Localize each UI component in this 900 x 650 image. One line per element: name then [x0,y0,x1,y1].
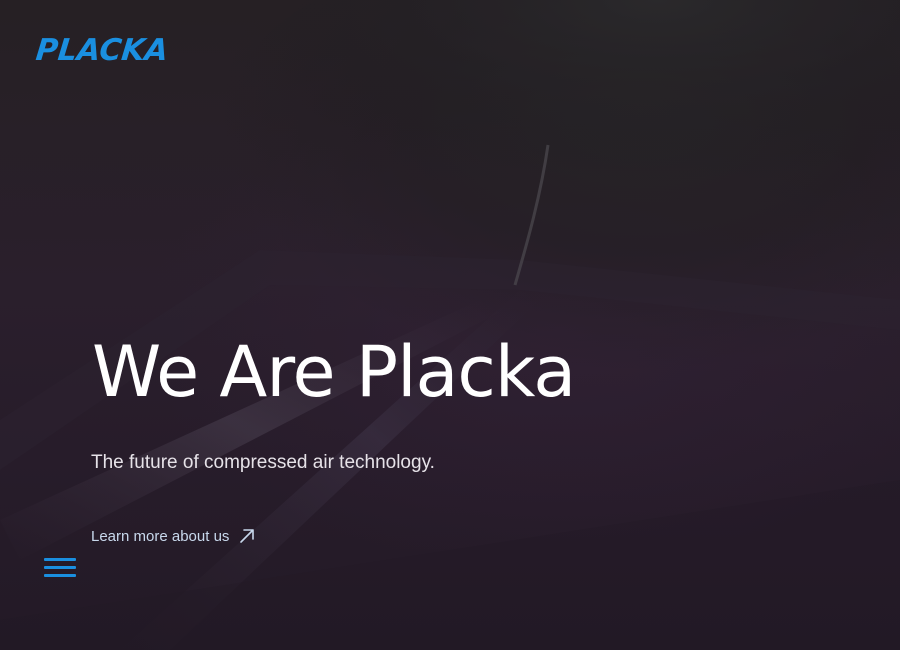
learn-more-label: Learn more about us [91,527,230,545]
menu-bar-top [44,558,76,561]
hamburger-menu-icon[interactable] [44,556,78,580]
hero-subheadline: The future of compressed air technology. [91,452,435,473]
brand-logo[interactable]: PLACKA [34,33,170,68]
arrow-up-right-icon [240,529,255,543]
hero-headline: We Are Placka [92,331,576,413]
background-graphic [0,0,900,650]
menu-bar-middle [44,566,76,569]
hero-section: PLACKA We Are Placka The future of compr… [0,0,900,650]
menu-bar-bottom [44,574,76,577]
learn-more-link[interactable]: Learn more about us [91,526,257,546]
